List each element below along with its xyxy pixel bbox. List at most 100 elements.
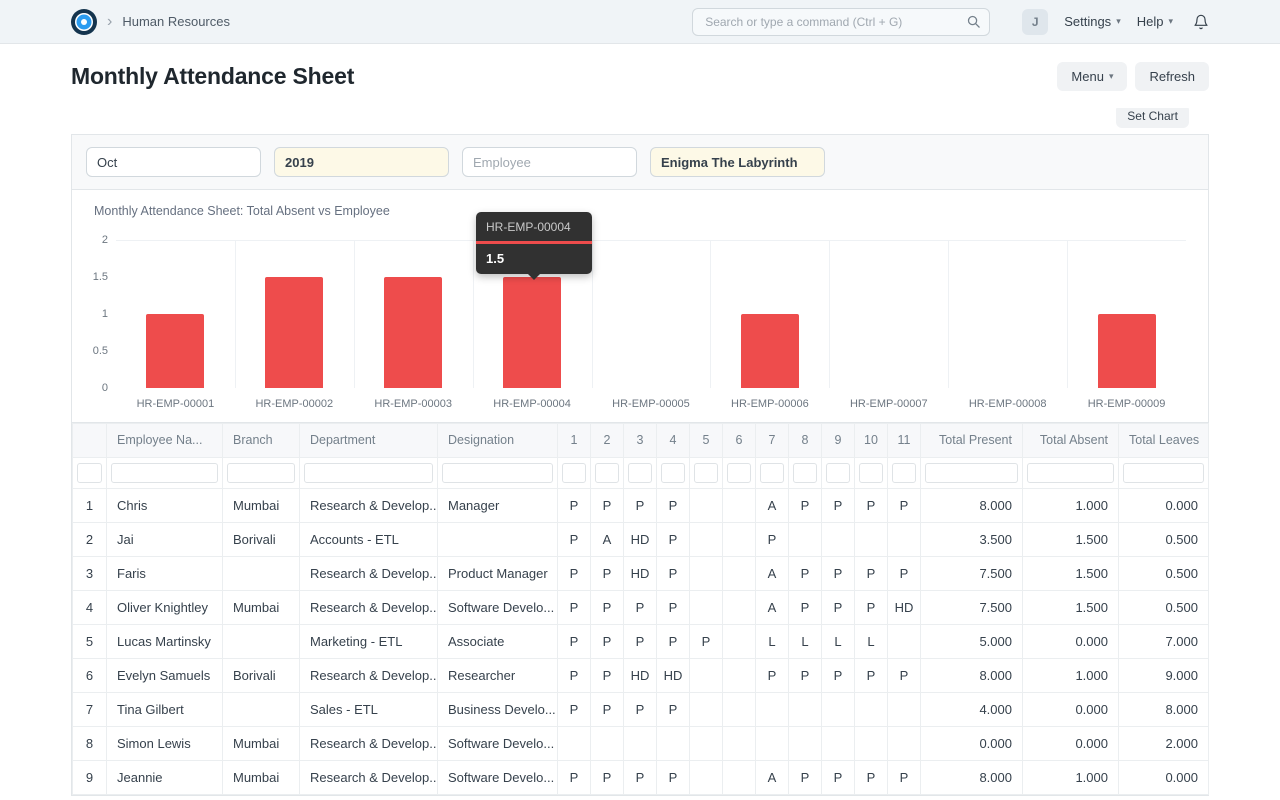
cell-day-9[interactable] [821,692,855,727]
cell-total-present[interactable]: 8.000 [920,760,1023,795]
column-header-day-9[interactable]: 9 [821,423,855,458]
cell-employee[interactable]: Simon Lewis [106,726,223,761]
cell-total-absent[interactable]: 0.000 [1022,692,1119,727]
column-filter-input-day-11[interactable] [892,463,916,483]
cell-day-3[interactable]: P [623,760,657,795]
cell-total-present[interactable]: 7.500 [920,590,1023,625]
column-filter-input-day-4[interactable] [661,463,685,483]
column-header-branch[interactable]: Branch [222,423,300,458]
cell-idx[interactable]: 8 [72,726,107,761]
cell-day-3[interactable]: HD [623,658,657,693]
cell-day-3[interactable] [623,726,657,761]
cell-day-10[interactable] [854,726,888,761]
cell-designation[interactable]: Associate [437,624,558,659]
cell-total-leaves[interactable]: 0.500 [1118,590,1209,625]
cell-branch[interactable] [222,692,300,727]
global-search[interactable] [692,7,991,36]
cell-day-7[interactable]: A [755,590,789,625]
cell-day-2[interactable]: P [590,624,624,659]
cell-day-11[interactable] [887,522,921,557]
month-filter-input[interactable] [86,147,261,177]
cell-day-10[interactable]: P [854,590,888,625]
cell-total-leaves[interactable]: 9.000 [1118,658,1209,693]
cell-day-4[interactable]: P [656,556,690,591]
column-header-day-1[interactable]: 1 [557,423,591,458]
cell-day-9[interactable]: P [821,488,855,523]
column-header-idx[interactable] [72,423,107,458]
cell-day-4[interactable]: P [656,760,690,795]
cell-day-8[interactable]: P [788,760,822,795]
cell-day-1[interactable]: P [557,488,591,523]
cell-idx[interactable]: 5 [72,624,107,659]
cell-day-1[interactable]: P [557,590,591,625]
cell-day-10[interactable]: P [854,760,888,795]
settings-menu[interactable]: Settings ▾ [1064,14,1121,29]
cell-designation[interactable]: Manager [437,488,558,523]
cell-day-3[interactable]: HD [623,522,657,557]
column-header-day-8[interactable]: 8 [788,423,822,458]
cell-day-10[interactable]: L [854,624,888,659]
cell-day-6[interactable] [722,692,756,727]
cell-day-5[interactable] [689,760,723,795]
cell-idx[interactable]: 1 [72,488,107,523]
cell-day-4[interactable]: P [656,624,690,659]
column-header-total-present[interactable]: Total Present [920,423,1023,458]
cell-day-1[interactable]: P [557,760,591,795]
column-header-employee[interactable]: Employee Na... [106,423,223,458]
cell-employee[interactable]: Jai [106,522,223,557]
cell-total-leaves[interactable]: 7.000 [1118,624,1209,659]
cell-designation[interactable]: Software Develo... [437,726,558,761]
cell-day-7[interactable]: L [755,624,789,659]
cell-department[interactable]: Research & Develop... [299,488,438,523]
cell-employee[interactable]: Oliver Knightley [106,590,223,625]
refresh-button[interactable]: Refresh [1135,61,1209,91]
column-filter-input-day-3[interactable] [628,463,652,483]
cell-total-present[interactable]: 7.500 [920,556,1023,591]
column-filter-input-day-7[interactable] [760,463,784,483]
cell-day-11[interactable] [887,624,921,659]
cell-designation[interactable] [437,522,558,557]
cell-department[interactable]: Research & Develop... [299,590,438,625]
cell-day-7[interactable] [755,692,789,727]
column-header-total-absent[interactable]: Total Absent [1022,423,1119,458]
cell-day-5[interactable] [689,522,723,557]
column-header-day-10[interactable]: 10 [854,423,888,458]
cell-day-3[interactable]: P [623,590,657,625]
cell-day-4[interactable]: P [656,590,690,625]
cell-day-1[interactable]: P [557,658,591,693]
column-header-day-3[interactable]: 3 [623,423,657,458]
cell-day-6[interactable] [722,624,756,659]
avatar[interactable]: J [1022,8,1049,35]
column-header-day-11[interactable]: 11 [887,423,921,458]
cell-day-2[interactable]: P [590,760,624,795]
column-filter-input-day-5[interactable] [694,463,718,483]
cell-day-4[interactable]: HD [656,658,690,693]
company-filter-input[interactable] [650,147,825,177]
cell-day-3[interactable]: HD [623,556,657,591]
cell-day-7[interactable]: A [755,556,789,591]
cell-branch[interactable]: Borivali [222,658,300,693]
chart-bar[interactable] [265,277,324,388]
cell-employee[interactable]: Faris [106,556,223,591]
cell-day-8[interactable] [788,522,822,557]
cell-day-7[interactable]: P [755,522,789,557]
cell-day-8[interactable] [788,692,822,727]
cell-day-11[interactable] [887,692,921,727]
cell-day-3[interactable]: P [623,624,657,659]
employee-filter-input[interactable] [462,147,637,177]
cell-day-3[interactable]: P [623,488,657,523]
cell-total-absent[interactable]: 0.000 [1022,624,1119,659]
cell-day-7[interactable]: A [755,760,789,795]
column-header-day-5[interactable]: 5 [689,423,723,458]
cell-day-6[interactable] [722,556,756,591]
cell-day-11[interactable] [887,726,921,761]
column-filter-input-day-8[interactable] [793,463,817,483]
cell-day-7[interactable]: A [755,488,789,523]
cell-department[interactable]: Marketing - ETL [299,624,438,659]
cell-total-present[interactable]: 4.000 [920,692,1023,727]
cell-day-3[interactable]: P [623,692,657,727]
column-filter-input-idx[interactable] [77,463,102,483]
cell-day-2[interactable]: P [590,692,624,727]
cell-branch[interactable] [222,556,300,591]
cell-department[interactable]: Research & Develop... [299,726,438,761]
